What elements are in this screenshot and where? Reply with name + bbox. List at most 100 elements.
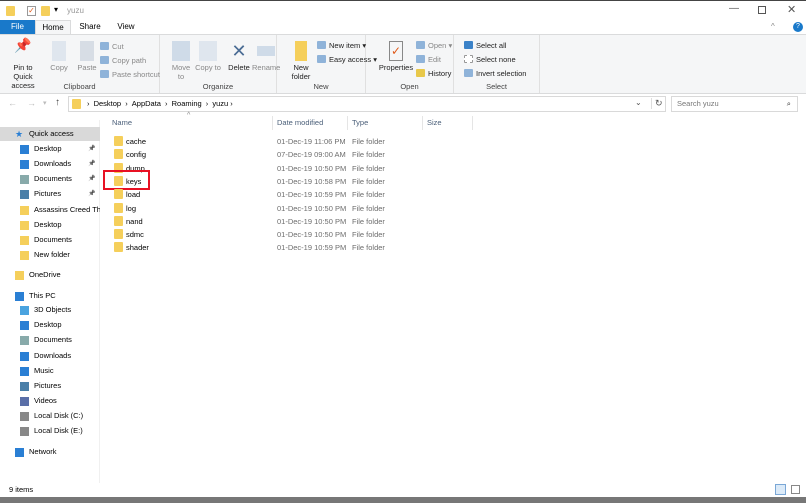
sidebar-item-label: 3D Objects (34, 305, 72, 314)
sidebar-item[interactable]: Documents (0, 333, 100, 347)
breadcrumb-separator[interactable]: › (87, 99, 92, 108)
sidebar-item-label: OneDrive (29, 270, 61, 279)
file-row[interactable]: load 01-Dec-19 10:59 PM File folder (110, 188, 470, 201)
edit-button[interactable]: Edit (416, 55, 441, 64)
address-bar[interactable]: › Desktop › AppData › Roaming › yuzu › ⌄… (68, 96, 666, 112)
sidebar-item[interactable]: Music (0, 364, 100, 378)
paste-shortcut-button[interactable]: Paste shortcut (100, 70, 160, 79)
sidebar-item[interactable]: Downloads 📌 (0, 157, 100, 171)
tab-home[interactable]: Home (35, 20, 71, 35)
new-folder-qat-icon[interactable] (41, 6, 50, 16)
history-button[interactable]: History (416, 69, 451, 78)
column-size[interactable]: Size (423, 116, 473, 130)
file-row[interactable]: cache 01-Dec-19 11:06 PM File folder (110, 135, 470, 148)
search-input[interactable]: Search yuzu ⌕ (671, 96, 798, 112)
sidebar-item[interactable]: Local Disk (C:) (0, 409, 100, 423)
file-row[interactable]: config 07-Dec-19 09:00 AM File folder (110, 148, 470, 161)
sidebar-item[interactable]: ★ Quick access (0, 127, 100, 141)
file-row[interactable]: shader 01-Dec-19 10:59 PM File folder (110, 241, 470, 254)
sidebar-item[interactable]: Desktop (0, 218, 100, 232)
sidebar-item[interactable]: Desktop 📌 (0, 142, 100, 156)
file-row[interactable]: keys 01-Dec-19 10:58 PM File folder (103, 169, 470, 190)
file-row[interactable]: nand 01-Dec-19 10:50 PM File folder (110, 215, 470, 228)
sidebar-item[interactable]: Pictures 📌 (0, 187, 100, 201)
qat-dropdown-icon[interactable]: ▾ (54, 5, 58, 14)
new-item-button[interactable]: New item ▾ (317, 41, 366, 50)
move-to-button[interactable]: Move to (168, 41, 194, 81)
address-dropdown-icon[interactable]: ⌄ (635, 98, 642, 107)
invert-selection-button[interactable]: Invert selection (464, 69, 526, 78)
properties-qat-icon[interactable]: ✓ (27, 6, 36, 16)
sidebar-item[interactable]: Videos (0, 394, 100, 408)
breadcrumb-separator[interactable]: › (204, 99, 211, 108)
file-name: nand (126, 216, 143, 226)
tab-view[interactable]: View (110, 20, 142, 34)
details-view-button[interactable] (775, 484, 786, 495)
refresh-icon[interactable]: ↻ (651, 98, 663, 109)
sidebar-item[interactable]: This PC (0, 289, 100, 303)
sidebar-item[interactable]: Assassins Creed The (0, 203, 100, 217)
close-button[interactable]: ✕ (787, 3, 796, 16)
column-date-modified[interactable]: Date modified (273, 116, 348, 130)
copy-path-button[interactable]: Copy path (100, 56, 146, 65)
minimize-button[interactable]: — (729, 3, 739, 14)
tab-file[interactable]: File (0, 20, 35, 34)
open-button[interactable]: Open ▾ (416, 41, 452, 50)
column-type[interactable]: Type (348, 116, 423, 130)
breadcrumb-separator[interactable]: › (228, 99, 233, 108)
pin-icon[interactable]: 📌 (88, 157, 95, 171)
sidebar-item[interactable]: Network (0, 445, 100, 459)
copy-to-button[interactable]: Copy to (195, 41, 221, 72)
select-none-icon (464, 55, 473, 63)
up-button[interactable]: ↑ (55, 97, 60, 108)
sidebar-item[interactable]: New folder (0, 248, 100, 262)
breadcrumb-item[interactable]: Roaming (172, 99, 202, 108)
file-type: File folder (352, 190, 385, 200)
select-none-button[interactable]: Select none (464, 55, 516, 64)
sidebar-item-label: Music (34, 366, 54, 375)
pin-icon[interactable]: 📌 (88, 142, 95, 156)
file-row[interactable]: sdmc 01-Dec-19 10:50 PM File folder (110, 228, 470, 241)
sidebar-item[interactable]: 3D Objects (0, 303, 100, 317)
large-icons-view-button[interactable] (791, 485, 800, 494)
sidebar-item[interactable]: Documents 📌 (0, 172, 100, 186)
new-folder-button[interactable]: New folder (287, 41, 315, 81)
collapse-ribbon-icon[interactable]: ^ (771, 22, 775, 31)
forward-button[interactable]: → (27, 98, 36, 108)
maximize-button[interactable] (758, 6, 766, 14)
paste-button[interactable]: Paste (74, 41, 100, 72)
sidebar-item[interactable]: OneDrive (0, 268, 100, 282)
back-button[interactable]: ← (8, 98, 17, 108)
new-folder-icon (295, 41, 307, 61)
folder-icon (20, 251, 29, 260)
column-name[interactable]: Name (108, 116, 273, 130)
breadcrumb-item[interactable]: AppData (132, 99, 161, 108)
copy-button[interactable]: Copy (46, 41, 72, 72)
properties-button[interactable]: ✓ Properties (378, 41, 414, 72)
select-all-button[interactable]: Select all (464, 41, 506, 50)
cut-button[interactable]: Cut (100, 42, 124, 51)
sidebar-item-label: Local Disk (E:) (34, 426, 83, 435)
pin-icon[interactable]: 📌 (88, 172, 95, 186)
file-row[interactable]: dump 01-Dec-19 10:50 PM File folder (110, 162, 470, 175)
sidebar-item-label: Downloads (34, 159, 72, 168)
copy-to-icon (199, 41, 217, 61)
sidebar-item[interactable]: Documents (0, 233, 100, 247)
rename-button[interactable]: Rename (252, 41, 280, 72)
breadcrumb-item[interactable]: yuzu (212, 99, 228, 108)
sidebar-item[interactable]: Pictures (0, 379, 100, 393)
sidebar-item[interactable]: Local Disk (E:) (0, 424, 100, 438)
tab-share[interactable]: Share (74, 20, 106, 34)
help-icon[interactable]: ? (793, 22, 803, 32)
breadcrumb-item[interactable]: Desktop (94, 99, 122, 108)
sidebar-item[interactable]: Desktop (0, 318, 100, 332)
recent-locations-button[interactable]: ▾ (43, 99, 47, 107)
sidebar-item-label: Documents (34, 235, 72, 244)
pin-icon[interactable]: 📌 (88, 187, 95, 201)
breadcrumb-separator[interactable]: › (123, 99, 130, 108)
delete-button[interactable]: ✕ Delete (225, 41, 253, 72)
breadcrumb-separator[interactable]: › (163, 99, 170, 108)
easy-access-icon (317, 55, 326, 63)
sidebar-item[interactable]: Downloads (0, 349, 100, 363)
file-row[interactable]: log 01-Dec-19 10:50 PM File folder (110, 202, 470, 215)
